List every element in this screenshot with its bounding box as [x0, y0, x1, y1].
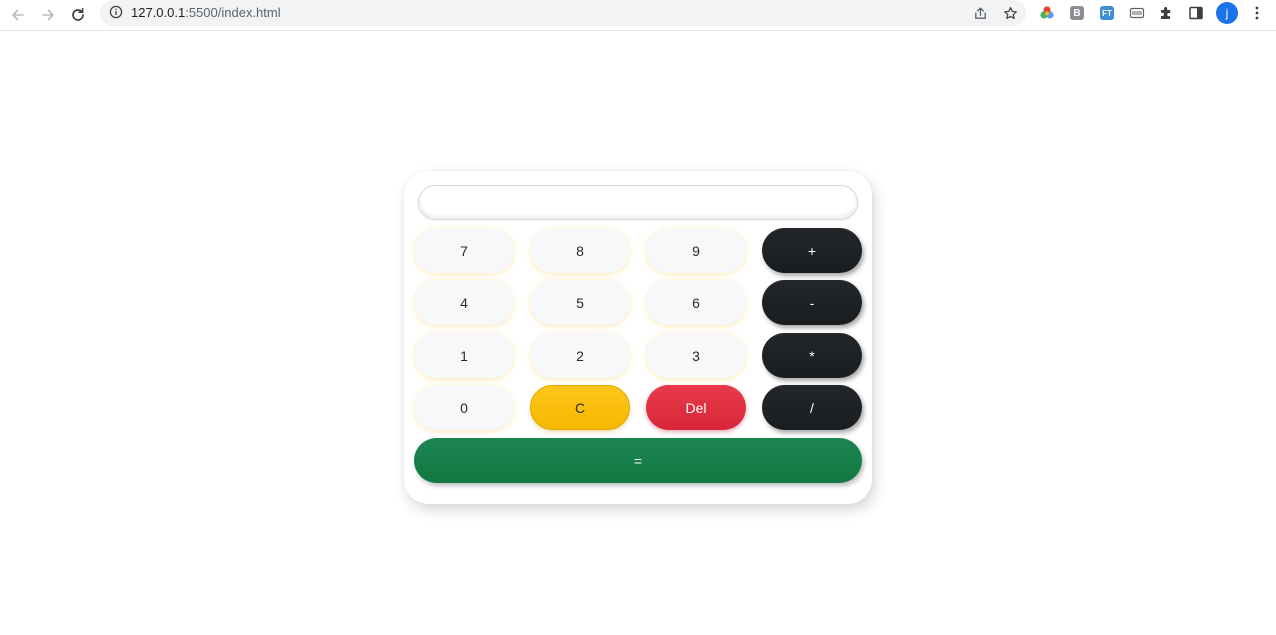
- reload-icon: [72, 7, 84, 21]
- url-path: :5500/index.html: [185, 5, 281, 20]
- share-button[interactable]: [971, 4, 989, 22]
- key-add[interactable]: +: [762, 228, 862, 273]
- ft-extension-icon: FT: [1100, 6, 1114, 20]
- calculator: 7 8 9 + 4 5 6 - 1 2 3 * 0 C Del / =: [404, 171, 872, 504]
- key-0[interactable]: 0: [414, 385, 514, 430]
- key-3[interactable]: 3: [646, 333, 746, 378]
- b-extension-button[interactable]: B: [1068, 4, 1086, 22]
- address-bar[interactable]: 127.0.0.1:5500/index.html: [100, 0, 1026, 26]
- menu-kebab-icon: [1255, 6, 1259, 20]
- key-4[interactable]: 4: [414, 280, 514, 325]
- side-panel-button[interactable]: [1187, 4, 1205, 22]
- keyboard-extension-button[interactable]: [1128, 4, 1146, 22]
- key-8[interactable]: 8: [530, 228, 630, 273]
- reload-button[interactable]: [67, 4, 89, 26]
- key-divide[interactable]: /: [762, 385, 862, 430]
- browser-toolbar: 127.0.0.1:5500/index.html B FT j: [0, 0, 1276, 31]
- back-button[interactable]: [7, 4, 29, 26]
- delete-button[interactable]: Del: [646, 385, 746, 430]
- key-subtract[interactable]: -: [762, 280, 862, 325]
- share-icon: [974, 6, 986, 19]
- color-wheel-extension-icon: [1040, 6, 1054, 19]
- extensions-button[interactable]: [1157, 4, 1175, 22]
- forward-icon: [42, 9, 54, 21]
- key-9[interactable]: 9: [646, 228, 746, 273]
- url-host: 127.0.0.1: [131, 5, 186, 20]
- clear-button[interactable]: C: [530, 385, 630, 430]
- key-5[interactable]: 5: [530, 280, 630, 325]
- key-6[interactable]: 6: [646, 280, 746, 325]
- b-extension-icon: B: [1070, 6, 1084, 20]
- side-panel-icon: [1189, 6, 1203, 20]
- keyboard-extension-icon: [1129, 7, 1145, 19]
- key-2[interactable]: 2: [530, 333, 630, 378]
- back-icon: [12, 9, 24, 21]
- profile-avatar[interactable]: j: [1216, 2, 1238, 24]
- key-multiply[interactable]: *: [762, 333, 862, 378]
- key-1[interactable]: 1: [414, 333, 514, 378]
- equals-button[interactable]: =: [414, 438, 862, 483]
- url-text[interactable]: 127.0.0.1:5500/index.html: [131, 5, 281, 21]
- extensions-puzzle-icon: [1161, 7, 1171, 19]
- bookmark-button[interactable]: [1001, 4, 1019, 22]
- calculator-display[interactable]: [418, 185, 858, 220]
- browser-menu-button[interactable]: [1248, 4, 1266, 22]
- key-7[interactable]: 7: [414, 228, 514, 273]
- site-info-icon[interactable]: [109, 5, 123, 19]
- color-extension-button[interactable]: [1038, 4, 1056, 22]
- ft-extension-button[interactable]: FT: [1098, 4, 1116, 22]
- forward-button[interactable]: [37, 4, 59, 26]
- bookmark-star-icon: [1003, 6, 1017, 19]
